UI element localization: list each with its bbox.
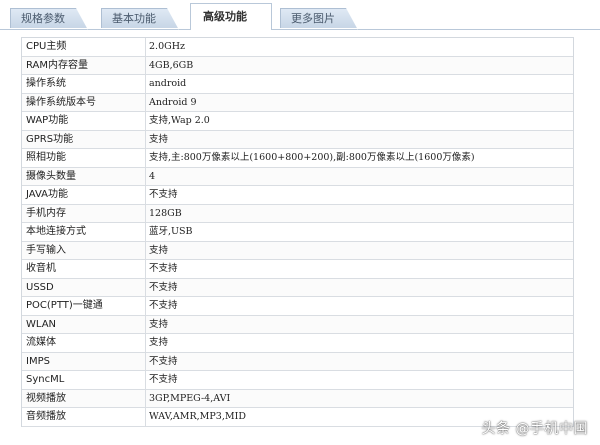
watermark: 头条 @手机中国: [481, 421, 588, 437]
spec-value: 不支持: [149, 300, 178, 311]
spec-label: WLAN: [22, 315, 146, 333]
table-row: WLAN 支持: [22, 315, 573, 334]
table-row: 手写输入 支持: [22, 241, 573, 260]
tab-bar: 规格参数 基本功能 高级功能 更多图片: [0, 0, 600, 30]
spec-value: 支持: [149, 318, 169, 330]
table-row: SyncML 不支持: [22, 371, 573, 390]
table-row: 操作系统 android: [22, 75, 573, 94]
spec-value: 支持: [149, 133, 169, 145]
spec-label: 音频播放: [22, 408, 146, 426]
tab-advanced-functions[interactable]: 高级功能: [190, 3, 272, 30]
spec-value: 支持,Wap 2.0: [149, 115, 210, 126]
spec-value: 不支持: [149, 281, 178, 293]
table-row: USSD 不支持: [22, 278, 573, 297]
spec-label: CPU主频: [22, 38, 146, 56]
spec-label: 手机内存: [22, 204, 146, 222]
spec-label: RAM内存容量: [22, 56, 146, 74]
spec-label: POC(PTT)一键通: [22, 297, 146, 315]
table-row: 操作系统版本号 Android 9: [22, 93, 573, 112]
spec-value: Android 9: [149, 96, 197, 108]
spec-value: 支持,主:800万像素以上(1600+800+200),副:800万像素以上(1…: [149, 152, 475, 163]
spec-label: 视频播放: [22, 389, 146, 407]
spec-value: 支持: [149, 244, 169, 256]
table-row: POC(PTT)一键通 不支持: [22, 297, 573, 316]
spec-value: 不支持: [149, 374, 178, 385]
spec-value: 不支持: [149, 263, 178, 274]
spec-value: 支持: [149, 337, 169, 348]
spec-label: 操作系统版本号: [22, 93, 146, 111]
spec-label: SyncML: [22, 371, 146, 389]
table-row: 摄像头数量 4: [22, 167, 573, 186]
tab-more-images[interactable]: 更多图片: [280, 8, 358, 30]
table-row: 视频播放 3GP,MPEG-4,AVI: [22, 389, 573, 408]
spec-label: IMPS: [22, 352, 146, 370]
spec-table: CPU主频 2.0GHz RAM内存容量 4GB,6GB 操作系统 android 操作系统…: [21, 37, 574, 427]
spec-value: 2.0GHz: [149, 41, 185, 52]
spec-label: 照相功能: [22, 149, 146, 167]
tab-specs[interactable]: 规格参数: [10, 8, 88, 30]
spec-label: JAVA功能: [22, 186, 146, 204]
spec-value: 不支持: [149, 189, 178, 200]
table-row: RAM内存容量 4GB,6GB: [22, 56, 573, 75]
spec-value: 3GP,MPEG-4,AVI: [149, 392, 231, 404]
spec-label: GPRS功能: [22, 130, 146, 148]
spec-value: android: [149, 78, 187, 89]
spec-label: WAP功能: [22, 112, 146, 130]
table-row: 收音机 不支持: [22, 260, 573, 279]
spec-label: 本地连接方式: [22, 223, 146, 241]
spec-label: 流媒体: [22, 334, 146, 352]
spec-label: 操作系统: [22, 75, 146, 93]
spec-label: USSD: [22, 278, 146, 296]
spec-value: 128GB: [149, 207, 182, 219]
table-row: 手机内存 128GB: [22, 204, 573, 223]
spec-value: 蓝牙,USB: [149, 226, 193, 237]
table-row: GPRS功能 支持: [22, 130, 573, 149]
table-row: WAP功能 支持,Wap 2.0: [22, 112, 573, 131]
spec-value: 4: [149, 170, 156, 182]
spec-label: 手写输入: [22, 241, 146, 259]
table-row: CPU主频 2.0GHz: [22, 38, 573, 57]
table-row: IMPS 不支持: [22, 352, 573, 371]
spec-label: 收音机: [22, 260, 146, 278]
spec-label: 摄像头数量: [22, 167, 146, 185]
spec-value: 4GB,6GB: [149, 59, 194, 71]
table-row: 流媒体 支持: [22, 334, 573, 353]
tab-basic-functions[interactable]: 基本功能: [101, 8, 179, 30]
table-row: JAVA功能 不支持: [22, 186, 573, 205]
table-row: 本地连接方式 蓝牙,USB: [22, 223, 573, 242]
table-row: 照相功能 支持,主:800万像素以上(1600+800+200),副:800万像素…: [22, 149, 573, 168]
spec-value: 不支持: [149, 355, 178, 367]
